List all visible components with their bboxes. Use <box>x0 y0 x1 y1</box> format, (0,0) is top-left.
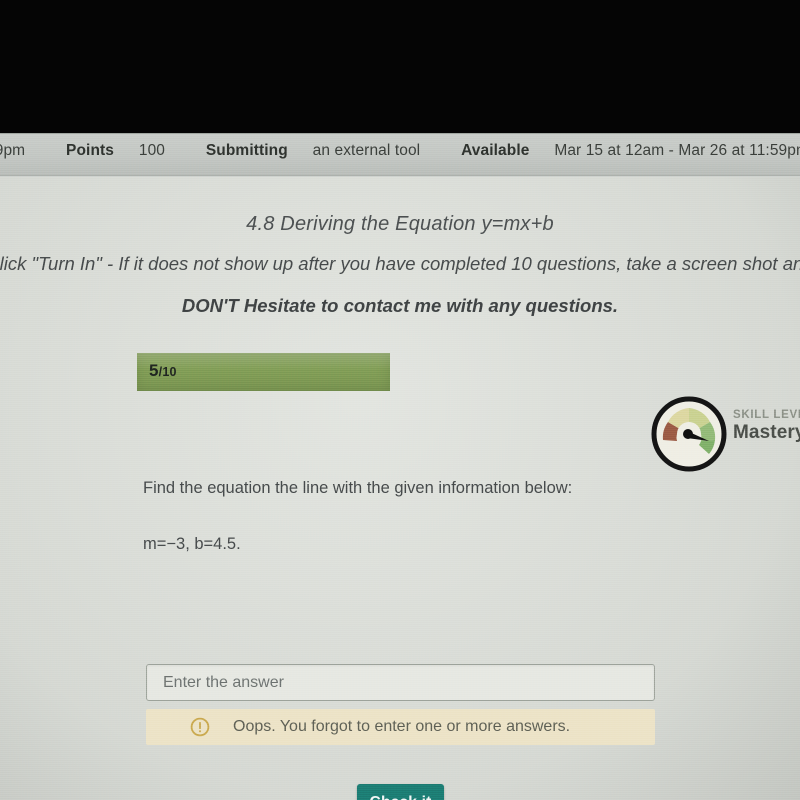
skill-level-text: SKILL LEVEL: Mastery <box>733 409 800 444</box>
photo-of-screen: 59pm Points 100 Submitting an external t… <box>0 0 800 800</box>
progress-total: /10 <box>158 365 177 379</box>
progress-completed: 5 <box>149 361 159 380</box>
skill-level-value: Mastery <box>733 422 800 443</box>
quiz-title: 4.8 Deriving the Equation y=mx+b <box>246 213 554 235</box>
validation-error-banner: Oops. You forgot to enter one or more an… <box>146 709 655 745</box>
quiz-instruction-line: click "Turn In" - If it does not show up… <box>0 253 800 274</box>
submitting-label: Submitting <box>205 141 288 160</box>
assignment-meta: 59pm Points 100 Submitting an external t… <box>0 142 800 160</box>
skill-level-caption: SKILL LEVEL: <box>733 409 800 421</box>
gauge-icon <box>651 396 727 472</box>
available-label: Available <box>461 141 530 160</box>
exclamation-circle-icon <box>190 717 210 737</box>
due-time-fragment: 59pm <box>0 141 26 160</box>
points-label: Points <box>66 141 114 160</box>
check-it-button[interactable]: Check it <box>357 784 444 800</box>
black-letterbox-top <box>0 0 800 133</box>
available-value: Mar 15 at 12am - Mar 26 at 11:59pm <box>554 141 800 160</box>
answer-input[interactable] <box>146 664 655 701</box>
assignment-header-bar: 59pm Points 100 Submitting an external t… <box>0 133 800 175</box>
validation-error-message: Oops. You forgot to enter one or more an… <box>233 718 571 735</box>
question-prompt: Find the equation the line with the give… <box>143 479 573 497</box>
skill-level-indicator: SKILL LEVEL: Mastery <box>651 396 800 472</box>
submitting-value: an external tool <box>312 141 421 160</box>
question-given-values: m=−3, b=4.5. <box>143 535 241 553</box>
header-top-rule <box>0 133 800 134</box>
progress-bar: 5/10 <box>137 353 390 391</box>
quiz-instruction-emphasis: DON'T Hesitate to contact me with any qu… <box>181 295 619 316</box>
screen-capture-region: 59pm Points 100 Submitting an external t… <box>0 133 800 800</box>
progress-count: 5/10 <box>149 361 177 381</box>
points-value: 100 <box>138 141 166 160</box>
header-divider-highlight <box>0 176 800 177</box>
